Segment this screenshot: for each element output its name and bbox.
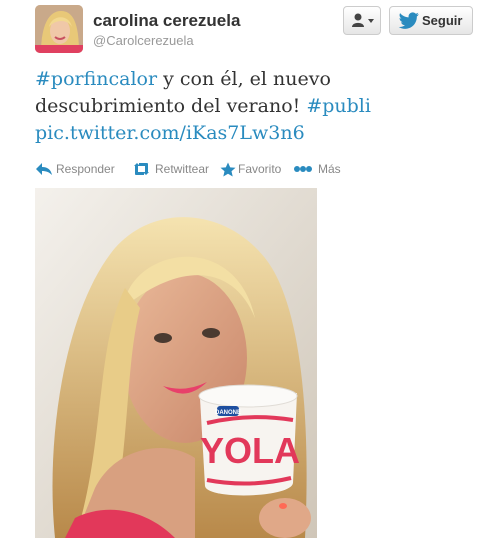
user-actions-dropdown-button[interactable] bbox=[343, 6, 381, 35]
user-dropdown-icon bbox=[352, 13, 374, 27]
more-label: Más bbox=[318, 162, 341, 176]
cup-brand-text: DANONE bbox=[215, 410, 241, 416]
tweet-header: carolina cerezuela @Carolcerezuela Segui… bbox=[0, 0, 483, 62]
more-dots-icon bbox=[294, 166, 312, 172]
favorite-label: Favorito bbox=[238, 162, 282, 176]
tweet-text-line-2: descubrimiento del verano! #publi bbox=[35, 93, 475, 120]
pic-link[interactable]: pic.twitter.com/iKas7Lw3n6 bbox=[35, 122, 305, 144]
more-action[interactable]: Más bbox=[293, 161, 343, 179]
retweet-label: Retwittear bbox=[155, 162, 210, 176]
tweet-text: #porfincalor y con él, el nuevo descubri… bbox=[35, 66, 475, 147]
follow-button[interactable]: Seguir bbox=[389, 6, 473, 35]
follow-button-label: Seguir bbox=[422, 13, 463, 28]
user-handle[interactable]: @Carolcerezuela bbox=[93, 33, 194, 48]
avatar-image bbox=[35, 5, 83, 53]
tweet-text-line-1: #porfincalor y con él, el nuevo bbox=[35, 66, 475, 93]
cup-label-text: YOLA bbox=[200, 430, 300, 471]
tweet-text-line-3: pic.twitter.com/iKas7Lw3n6 bbox=[35, 120, 475, 147]
photo-image: DANONE YOLA bbox=[35, 188, 317, 538]
star-icon bbox=[220, 162, 236, 177]
twitter-bird-icon bbox=[398, 12, 419, 29]
reply-action[interactable]: Responder bbox=[35, 161, 125, 179]
reply-icon bbox=[36, 163, 52, 175]
user-display-name[interactable]: carolina cerezuela bbox=[93, 11, 240, 31]
hashtag-porfincalor[interactable]: #porfincalor bbox=[35, 68, 157, 90]
reply-label: Responder bbox=[56, 162, 115, 176]
retweet-action[interactable]: Retwittear bbox=[132, 161, 212, 179]
avatar[interactable] bbox=[35, 5, 83, 53]
tweet-text-segment: descubrimiento del verano! bbox=[35, 95, 307, 117]
tweet-photo[interactable]: DANONE YOLA bbox=[35, 188, 317, 538]
retweet-icon bbox=[134, 163, 149, 175]
hashtag-publi[interactable]: #publi bbox=[306, 95, 371, 117]
tweet-text-segment: y con él, el nuevo bbox=[157, 68, 331, 90]
yogurt-cup: DANONE YOLA bbox=[198, 384, 300, 496]
favorite-action[interactable]: Favorito bbox=[220, 161, 290, 179]
